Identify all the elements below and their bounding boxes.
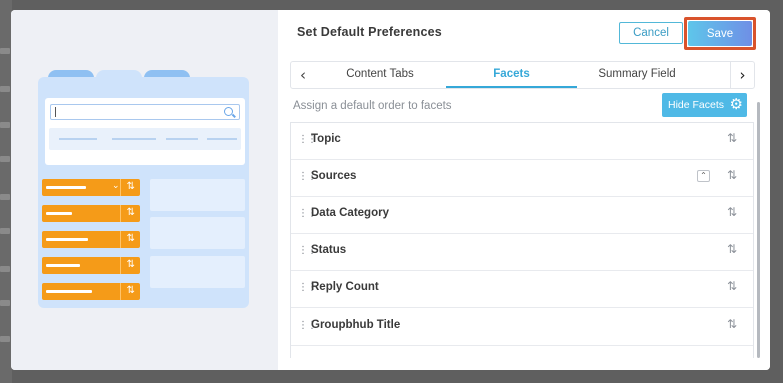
- preferences-tabs: ‹ Content Tabs Facets Summary Field ›: [290, 61, 755, 89]
- search-icon: [224, 107, 233, 116]
- facet-label: Topic: [311, 133, 341, 145]
- facet-row-sources[interactable]: ⋮⋮ Sources ⌃ ⇅: [291, 160, 753, 197]
- facets-list: ⋮⋮ Topic ⇅ ⋮⋮ Sources ⌃ ⇅ ⋮⋮ Data Catego…: [290, 122, 754, 358]
- gear-icon: ⚙: [729, 95, 743, 113]
- sort-arrows-icon[interactable]: ⇅: [727, 242, 737, 256]
- scrollbar-thumb[interactable]: [757, 102, 760, 358]
- active-tab-underline: [446, 86, 577, 88]
- save-button[interactable]: Save: [688, 21, 752, 46]
- facets-illustration: ⌄ ⇅ ⇅ ⇅ ⇅ ⇅: [11, 10, 278, 370]
- sort-arrows-icon: ⇅: [126, 285, 135, 296]
- facet-row-topic[interactable]: ⋮⋮ Topic ⇅: [291, 123, 753, 160]
- facet-label: Groupbhub Title: [311, 319, 401, 331]
- chevron-right-icon[interactable]: ›: [730, 62, 754, 88]
- illustration-content-box: [150, 217, 245, 249]
- facet-row-groupbhub-title[interactable]: ⋮⋮ Groupbhub Title ⇅: [291, 309, 753, 346]
- sort-arrows-icon[interactable]: ⇅: [727, 205, 737, 219]
- illustration-facet-row: ⇅: [42, 257, 140, 274]
- tab-facets[interactable]: Facets: [446, 62, 577, 88]
- facet-label: Status: [311, 244, 347, 256]
- chevron-up-icon[interactable]: ⌃: [697, 170, 710, 182]
- facet-label: Data Category: [311, 207, 389, 219]
- cancel-button[interactable]: Cancel: [619, 22, 683, 44]
- illustration-filter-bar: [49, 128, 241, 150]
- preferences-dialog: ⌄ ⇅ ⇅ ⇅ ⇅ ⇅ Set Default Preferences Cance…: [11, 10, 770, 370]
- dialog-title: Set Default Preferences: [297, 25, 442, 39]
- facet-row-status[interactable]: ⋮⋮ Status ⇅: [291, 234, 753, 271]
- save-button-highlight: Save: [684, 17, 756, 50]
- sort-arrows-icon[interactable]: ⇅: [727, 131, 737, 145]
- illustration-facet-row: ⇅: [42, 205, 140, 222]
- illustration-search-box: [50, 104, 240, 120]
- sort-arrows-icon: ⇅: [126, 259, 135, 270]
- chevron-left-icon[interactable]: ‹: [291, 62, 315, 88]
- facet-label: Reply Count: [311, 281, 379, 293]
- facet-row-reply-count[interactable]: ⋮⋮ Reply Count ⇅: [291, 271, 753, 308]
- sort-arrows-icon[interactable]: ⇅: [727, 168, 737, 182]
- panel-scrollbar[interactable]: [755, 95, 763, 363]
- sort-arrows-icon[interactable]: ⇅: [727, 317, 737, 331]
- illustration-facet-row: ⌄ ⇅: [42, 179, 140, 196]
- facets-hint: Assign a default order to facets: [293, 100, 452, 112]
- tab-content-tabs[interactable]: Content Tabs: [327, 62, 433, 88]
- sort-arrows-icon: ⇅: [126, 181, 135, 192]
- preferences-panel: Set Default Preferences Cancel Save ‹ Co…: [278, 10, 770, 370]
- sort-arrows-icon[interactable]: ⇅: [727, 279, 737, 293]
- illustration-content-box: [150, 179, 245, 211]
- sort-arrows-icon: ⇅: [126, 207, 135, 218]
- illustration-facet-row: ⇅: [42, 283, 140, 300]
- facet-label: Sources: [311, 170, 357, 182]
- sort-arrows-icon: ⇅: [126, 233, 135, 244]
- hide-facets-button[interactable]: Hide Facets ⚙: [662, 93, 747, 117]
- illustration-content-box: [150, 256, 245, 288]
- hide-facets-label: Hide Facets: [668, 99, 725, 111]
- illustration-facet-row: ⇅: [42, 231, 140, 248]
- tab-summary-field[interactable]: Summary Field: [587, 62, 687, 88]
- facet-row-data-category[interactable]: ⋮⋮ Data Category ⇅: [291, 197, 753, 234]
- illustration-search-card: [45, 98, 245, 165]
